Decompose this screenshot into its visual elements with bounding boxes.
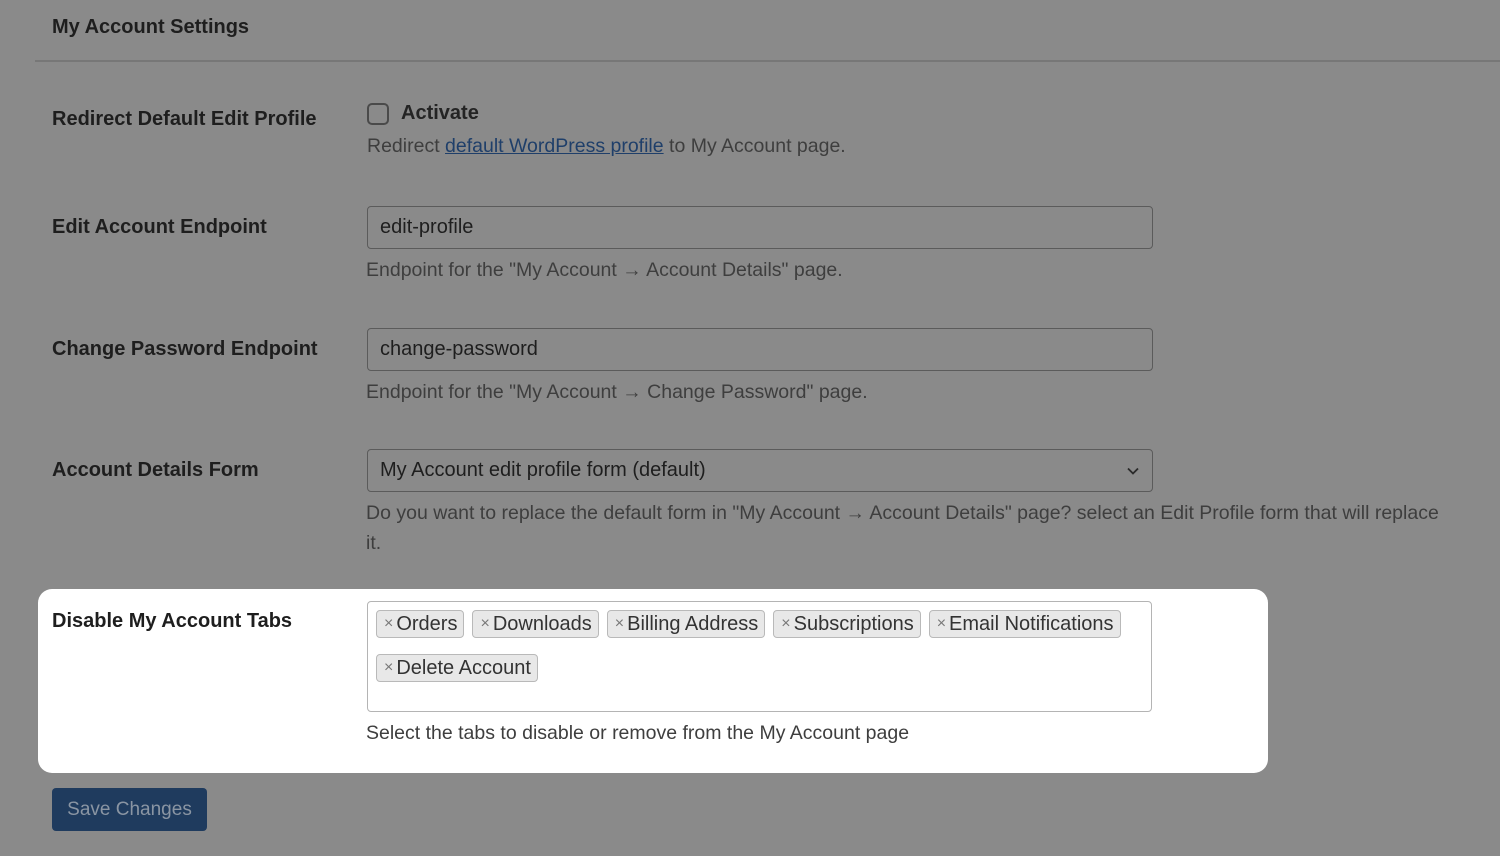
edit-endpoint-label: Edit Account Endpoint [52, 216, 267, 238]
password-endpoint-field: change-password Endpoint for the "My Acc… [366, 328, 1153, 407]
selected-tab-chip: × Billing Address [606, 610, 766, 638]
remove-chip-icon[interactable]: × [384, 615, 393, 633]
password-endpoint-label: Change Password Endpoint [52, 338, 318, 360]
redirect-desc-before: Redirect [367, 135, 446, 157]
chip-label: Orders [396, 612, 458, 635]
chip-label: Billing Address [627, 612, 759, 635]
selected-tab-chip: × Delete Account [376, 654, 538, 682]
remove-chip-icon[interactable]: × [480, 615, 489, 633]
password-endpoint-description: Endpoint for the "My Account → Change Pa… [366, 381, 868, 403]
activate-checkbox[interactable] [367, 102, 389, 125]
chip-label: Email Notifications [949, 612, 1114, 635]
selected-tab-chip: × Email Notifications [928, 610, 1121, 638]
activate-checkbox-label[interactable]: Activate [401, 102, 479, 125]
edit-endpoint-description: Endpoint for the "My Account → Account D… [366, 259, 843, 281]
details-form-field: My Account edit profile form (default) D… [366, 449, 1456, 558]
password-endpoint-input[interactable]: change-password [367, 328, 1153, 371]
disable-tabs-label: Disable My Account Tabs [52, 610, 293, 632]
remove-chip-icon[interactable]: × [937, 615, 946, 633]
password-endpoint-value: change-password [380, 338, 538, 360]
redirect-profile-description: Redirect default WordPress profile to My… [367, 131, 846, 161]
section-title: My Account Settings [52, 16, 250, 38]
details-form-label: Account Details Form [52, 459, 259, 481]
section-divider [35, 60, 1500, 62]
edit-endpoint-value: edit-profile [380, 216, 474, 238]
remove-chip-icon[interactable]: × [781, 615, 790, 633]
disable-tabs-multiselect[interactable]: × Orders × Downloads × Billing Address × Subscr… [367, 601, 1152, 712]
details-form-description: Do you want to replace the default form … [366, 502, 1439, 554]
chevron-down-icon [1127, 467, 1139, 475]
redirect-profile-field: Activate Redirect default WordPress prof… [367, 102, 846, 161]
chip-label: Subscriptions [793, 612, 914, 635]
edit-endpoint-input[interactable]: edit-profile [367, 206, 1153, 249]
disable-tabs-description: Select the tabs to disable or remove fro… [366, 722, 910, 744]
selected-tab-chip: × Subscriptions [773, 610, 921, 638]
selected-tab-chip: × Downloads [472, 610, 599, 638]
redirect-desc-after: to My Account page. [663, 135, 846, 157]
chip-label: Downloads [492, 612, 592, 635]
remove-chip-icon[interactable]: × [384, 659, 393, 677]
redirect-profile-label: Redirect Default Edit Profile [52, 108, 317, 130]
remove-chip-icon[interactable]: × [615, 615, 624, 633]
save-changes-button[interactable]: Save Changes [52, 788, 207, 831]
edit-endpoint-field: edit-profile Endpoint for the "My Accoun… [366, 206, 1153, 285]
details-form-selected: My Account edit profile form (default) [380, 459, 706, 481]
chip-label: Delete Account [396, 656, 531, 679]
details-form-select[interactable]: My Account edit profile form (default) [367, 449, 1153, 492]
selected-tab-chip: × Orders [376, 610, 465, 638]
activate-checkbox-row[interactable]: Activate [367, 102, 846, 125]
default-wordpress-profile-link[interactable]: default WordPress profile [445, 135, 664, 157]
